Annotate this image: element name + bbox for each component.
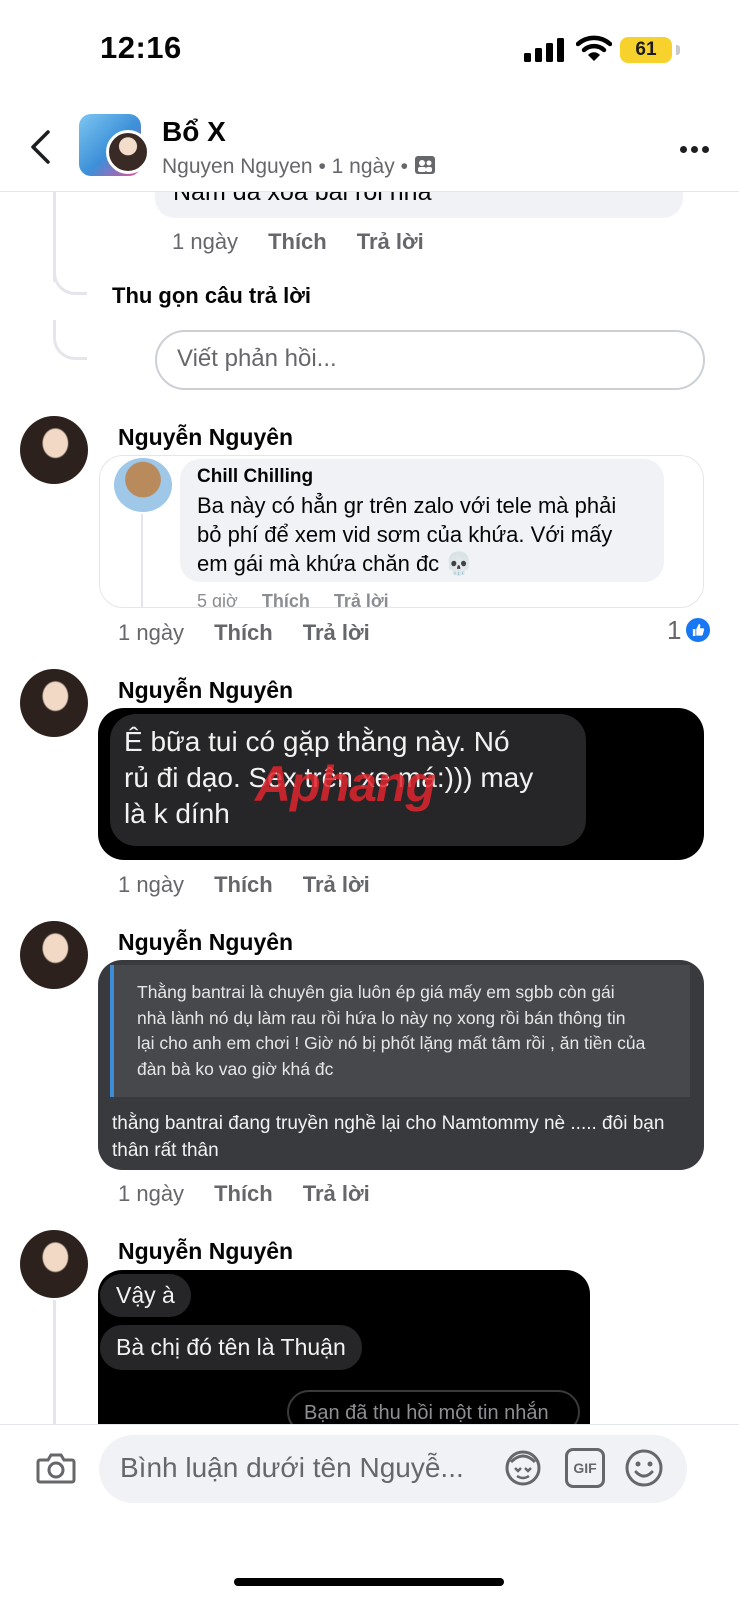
more-options-icon[interactable] — [680, 140, 713, 158]
thumbs-up-icon — [684, 616, 712, 644]
commenter-avatar[interactable] — [20, 921, 88, 989]
message-line: thằng bantrai đang truyền nghề lại cho N… — [112, 1113, 665, 1134]
quoted-line: Ba này có hẳn gr trên zalo với tele mà p… — [197, 493, 617, 518]
quote-line: Thằng bantrai là chuyên gia luôn ép giá … — [137, 982, 615, 1002]
message-line: thân rất thân — [112, 1140, 219, 1161]
commenter-name[interactable]: Nguyễn Nguyên — [118, 424, 293, 451]
author-avatar[interactable] — [106, 130, 150, 174]
watermark-logo: Aphang — [255, 756, 436, 812]
quoted-like: Thích — [261, 591, 310, 607]
chat-bubble: Bà chị đó tên là Thuận — [100, 1325, 362, 1370]
comment-time: 1 ngày — [118, 620, 185, 645]
like-button[interactable]: Thích — [214, 1181, 273, 1206]
chat-bubble: Vậy à — [100, 1274, 191, 1317]
reply-button[interactable]: Trả lời — [303, 872, 370, 897]
post-age: 1 ngày — [331, 155, 395, 178]
quoted-time: 5 giờ — [197, 591, 238, 607]
thread-line — [141, 514, 143, 608]
thread-line — [53, 1300, 56, 1424]
comment-placeholder: Bình luận dưới tên Nguyễ... — [120, 1452, 464, 1483]
comment-meta: 1 ngày Thích Trả lời — [118, 620, 370, 646]
separator-dot: • — [318, 155, 326, 178]
wifi-icon — [576, 35, 612, 61]
reply-button[interactable]: Trả lời — [303, 1181, 370, 1206]
quoted-line: em gái mà khứa chăn đc 💀 — [197, 551, 473, 576]
like-button[interactable]: Thích — [268, 229, 327, 254]
reply-button[interactable]: Trả lời — [357, 229, 424, 254]
post-author[interactable]: Nguyen Nguyen — [162, 155, 313, 178]
quote-line: đàn bà ko vao giờ khá đc — [137, 1058, 334, 1079]
camera-icon[interactable] — [36, 1452, 76, 1484]
quoted-text: Ba này có hẳn gr trên zalo với tele mà p… — [197, 491, 616, 578]
emoji-icon[interactable] — [624, 1448, 664, 1488]
thread-line — [53, 255, 87, 295]
commenter-name[interactable]: Nguyễn Nguyên — [118, 929, 293, 956]
collapse-replies-button[interactable]: Thu gọn câu trả lời — [112, 283, 311, 309]
like-button[interactable]: Thích — [214, 872, 273, 897]
comment-time: 1 ngày — [118, 872, 185, 897]
like-count[interactable]: 1 — [667, 615, 681, 646]
avatar-sticker-icon[interactable] — [503, 1448, 543, 1488]
quoted-avatar — [114, 458, 172, 512]
cellular-signal-icon — [524, 38, 564, 62]
gif-icon[interactable]: GIF — [565, 1448, 605, 1488]
commenter-avatar[interactable] — [20, 669, 88, 737]
quoted-name: Chill Chilling — [197, 466, 314, 487]
comment-meta: 1 ngày Thích Trả lời — [118, 872, 370, 898]
quoted-message-text: Thằng bantrai là chuyên gia luôn ép giá … — [137, 980, 645, 1082]
like-button[interactable]: Thích — [214, 620, 273, 645]
home-indicator — [234, 1578, 504, 1586]
commenter-avatar[interactable] — [20, 416, 88, 484]
thread-line — [53, 320, 87, 360]
reply-input[interactable]: Viết phản hồi... — [155, 330, 705, 390]
group-title[interactable]: Bổ X — [162, 116, 226, 148]
message-text: thằng bantrai đang truyền nghề lại cho N… — [112, 1110, 664, 1164]
commenter-name[interactable]: Nguyễn Nguyên — [118, 677, 293, 704]
quote-line: nhà lành nó dụ làm rau rồi hứa lo này nọ… — [137, 1007, 626, 1028]
post-subtitle: Nguyen Nguyen • 1 ngày • — [162, 155, 436, 179]
quoted-reply: Trả lời — [333, 591, 389, 607]
comment-time: 1 ngày — [118, 1181, 185, 1206]
commenter-avatar[interactable] — [20, 1230, 88, 1298]
quote-line: lại cho anh em chơi ! Giờ nó bị phốt lặn… — [137, 1033, 646, 1053]
commenter-name[interactable]: Nguyễn Nguyên — [118, 1238, 293, 1265]
battery-indicator: 61 — [620, 37, 680, 63]
quoted-line: bỏ phí để xem vid sơm của khứa. Với mấy — [197, 522, 613, 547]
back-arrow-icon[interactable] — [28, 128, 54, 166]
group-members-icon — [414, 156, 435, 174]
reply-time: 1 ngày — [172, 229, 239, 254]
status-time: 12:16 — [100, 30, 182, 65]
comment-meta: 1 ngày Thích Trả lời — [118, 1181, 370, 1207]
quoted-meta: 5 giờ Thích Trả lời — [197, 591, 389, 607]
reply-meta: 1 ngày Thích Trả lời — [172, 229, 424, 255]
reply-button[interactable]: Trả lời — [303, 620, 370, 645]
separator-dot: • — [400, 155, 408, 178]
